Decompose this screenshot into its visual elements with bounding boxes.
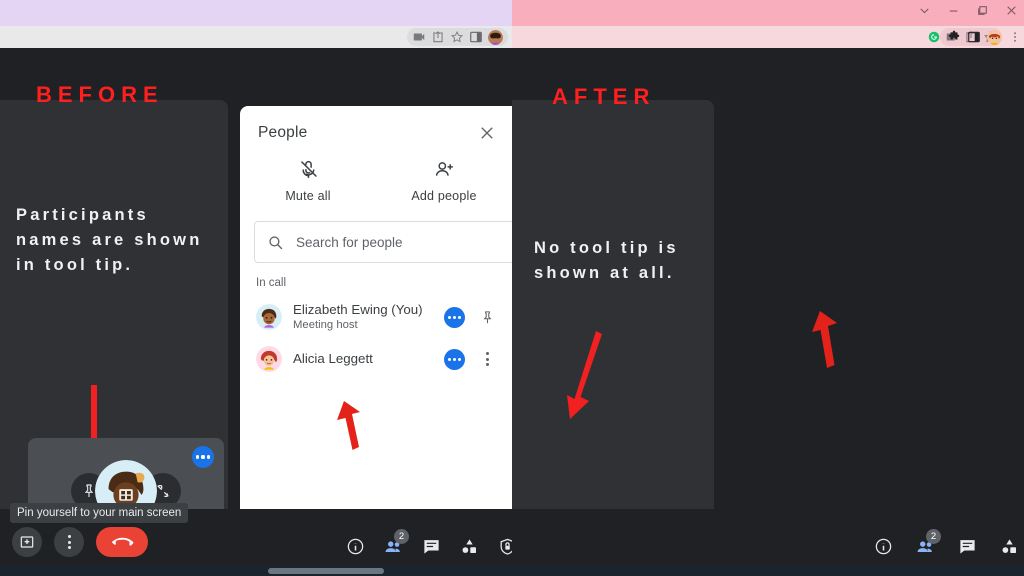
participant-subtitle: Meeting host [293,319,358,331]
screenshot-root: BEFORE Participants names are shown in t… [0,0,1024,576]
page-scrollbar-thumb[interactable] [268,568,384,574]
profile-avatar-icon[interactable] [488,29,503,45]
meet-stage-after [512,100,714,557]
avatar-elizabeth [256,304,282,330]
mic-off-icon [240,156,376,182]
meeting-details-button[interactable] [866,529,900,563]
mute-all-label: Mute all [285,189,331,203]
before-tag: BEFORE [36,82,164,107]
more-options-icon[interactable] [444,348,465,370]
browser-toolbar-left [0,26,512,48]
participant-text-block: Elizabeth Ewing (You) Meeting host [293,302,433,332]
avatar-alicia [256,346,282,372]
sidepanel-icon[interactable] [469,30,483,44]
chat-button[interactable] [414,529,448,563]
info-icon [875,538,891,554]
before-half: BEFORE Participants names are shown in t… [0,0,512,576]
meet-window-before: BEFORE Participants names are shown in t… [0,48,512,576]
more-options-icon[interactable] [444,306,465,328]
add-person-icon [376,156,512,182]
meet-window-after: AFTER No tool tip is shown at all. 2 [512,48,1024,576]
people-panel-before: People Mute all Add people Search for pe… [240,106,512,556]
chat-button[interactable] [950,529,984,563]
right-toolbar-group: 2 [866,529,1024,563]
activities-button[interactable] [452,529,486,563]
tile-more-options-icon[interactable] [192,446,214,468]
participant-text-block: Alicia Leggett [293,351,433,367]
close-icon[interactable] [478,124,496,142]
before-caption: Participants names are shown in tool tip… [16,206,203,274]
search-people-input-before[interactable]: Search for people [254,221,512,263]
present-screen-button[interactable] [12,527,42,557]
participant-name: Elizabeth Ewing (You) [293,302,423,317]
activities-icon [462,538,476,553]
participant-row-elizabeth[interactable]: Elizabeth Ewing (You) Meeting host [240,295,512,339]
close-icon[interactable] [1005,4,1018,17]
window-controls [918,4,1018,17]
kebab-icon[interactable] [476,352,498,366]
after-arrow-down [566,331,612,423]
mute-all-button[interactable]: Mute all [240,156,376,203]
activities-button[interactable] [992,529,1024,563]
extensions-icon[interactable] [947,30,961,44]
camera-icon[interactable] [412,30,426,44]
chat-icon [423,539,439,554]
participant-row-alicia[interactable]: Alicia Leggett [240,339,512,379]
left-toolbar-group [12,527,148,557]
browser-title-bar-left [0,0,512,26]
page-scrollbar-track[interactable] [0,566,1024,576]
after-half: AFTER No tool tip is shown at all. 2 [512,0,1024,576]
show-everyone-button[interactable]: 2 [376,529,410,563]
browser-extension-icons [927,28,1022,46]
add-people-label: Add people [411,189,477,203]
browser-toolbar-right [512,26,1024,48]
search-placeholder: Search for people [296,234,403,250]
before-arrow-participants [331,400,373,454]
host-controls-button[interactable] [490,529,512,563]
minimize-icon[interactable] [947,4,960,17]
host-controls-icon [500,538,512,555]
browser-toolbar-icons-left [407,28,508,46]
share-icon[interactable] [431,30,445,44]
maximize-icon[interactable] [976,4,989,17]
sidepanel-icon[interactable] [967,30,981,44]
people-badge: 2 [394,529,409,544]
after-tag: AFTER [552,84,656,109]
leave-call-button[interactable] [96,527,148,557]
people-panel-header: People [240,106,512,148]
people-panel-title: People [258,124,308,141]
in-call-label: In call [256,277,287,289]
center-toolbar-group: 2 [338,529,512,563]
participant-name: Alicia Leggett [293,351,373,366]
profile-avatar-icon[interactable] [987,29,1002,45]
chrome-menu-icon[interactable] [1008,30,1022,44]
pin-icon[interactable] [476,310,498,325]
grammarly-icon[interactable] [927,30,941,44]
star-icon[interactable] [450,30,464,44]
browser-title-bar-right [512,0,1024,26]
show-everyone-button[interactable]: 2 [908,529,942,563]
info-icon [347,538,363,554]
chat-icon [959,539,975,554]
add-people-button[interactable]: Add people [376,156,512,203]
activities-icon [1002,538,1016,553]
chevron-down-icon[interactable] [918,4,931,17]
more-options-button[interactable] [54,527,84,557]
search-icon [269,235,283,249]
meeting-details-button[interactable] [338,529,372,563]
pin-tooltip: Pin yourself to your main screen [10,503,189,523]
after-caption: No tool tip is shown at all. [534,239,679,282]
people-panel-actions: Mute all Add people [240,148,512,207]
people-badge: 2 [926,529,941,544]
